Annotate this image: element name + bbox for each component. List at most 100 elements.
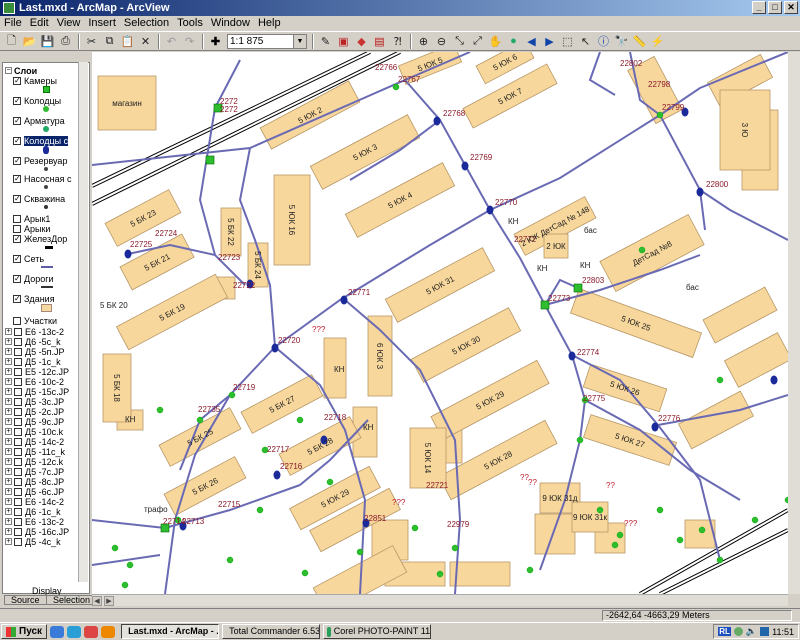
menu-help[interactable]: Help [258, 17, 281, 29]
toc-layer-row[interactable]: Участки [13, 315, 57, 326]
expand-icon[interactable]: + [5, 468, 12, 475]
redo-icon[interactable]: ↷ [181, 33, 198, 49]
add-data-icon[interactable]: ✚ [207, 33, 224, 49]
layer-visibility-checkbox[interactable]: ✓ [13, 234, 21, 243]
start-button[interactable]: Пуск [1, 624, 48, 639]
language-indicator[interactable]: RL [718, 627, 731, 636]
expand-icon[interactable]: + [5, 508, 12, 515]
quicklaunch-desktop-icon[interactable] [50, 625, 65, 638]
network-icon[interactable] [760, 627, 770, 636]
expand-icon[interactable]: + [5, 438, 12, 445]
editor-icon[interactable]: ✎ [317, 33, 334, 49]
layer-visibility-checkbox[interactable]: ✓ [13, 96, 21, 105]
delete-icon[interactable]: ✕ [137, 33, 154, 49]
tab-selection[interactable]: Selection [46, 595, 98, 605]
toc-layer-row[interactable]: ✓ Колодцы [13, 95, 61, 106]
layer-visibility-checkbox[interactable]: ✓ [13, 76, 21, 85]
paste-icon[interactable]: 📋 [119, 33, 136, 49]
layer-visibility-checkbox[interactable] [14, 417, 22, 426]
scroll-left-arrow-icon[interactable]: ◀ [92, 595, 102, 606]
expand-icon[interactable]: + [5, 488, 12, 495]
layer-visibility-checkbox[interactable] [14, 457, 22, 466]
layer-visibility-checkbox[interactable] [14, 347, 22, 356]
layer-visibility-checkbox[interactable] [14, 397, 22, 406]
layer-visibility-checkbox[interactable] [13, 224, 21, 233]
fixed-zoom-out-icon[interactable]: ⤢ [469, 33, 486, 49]
map-scale-dropdown[interactable]: 1:1 875 [227, 33, 307, 49]
expand-icon[interactable]: + [5, 358, 12, 365]
layer-visibility-checkbox[interactable] [14, 447, 22, 456]
layer-visibility-checkbox[interactable] [14, 387, 22, 396]
measure-icon[interactable]: 📏 [631, 33, 648, 49]
quicklaunch-ie-icon[interactable] [67, 625, 82, 638]
layer-visibility-checkbox[interactable] [14, 477, 22, 486]
title-bar[interactable]: Last.mxd - ArcMap - ArcView _ □ ✕ [0, 0, 800, 16]
layer-visibility-checkbox[interactable] [14, 407, 22, 416]
print-icon[interactable]: ⎙ [57, 33, 74, 49]
layer-visibility-checkbox[interactable] [14, 367, 22, 376]
layer-visibility-checkbox[interactable] [14, 487, 22, 496]
open-folder-icon[interactable]: 📂 [21, 33, 38, 49]
layer-visibility-checkbox[interactable] [14, 327, 22, 336]
fixed-zoom-in-icon[interactable]: ⤡ [451, 33, 468, 49]
expand-icon[interactable]: + [5, 378, 12, 385]
layer-visibility-checkbox[interactable]: ✓ [13, 116, 21, 125]
layer-visibility-checkbox[interactable]: ✓ [13, 194, 21, 203]
maximize-button[interactable]: □ [768, 1, 782, 14]
zoom-in-icon[interactable]: ⊕ [415, 33, 432, 49]
minimize-button[interactable]: _ [752, 1, 766, 14]
expand-icon[interactable]: + [5, 398, 12, 405]
layer-visibility-checkbox[interactable] [13, 316, 21, 325]
layer-visibility-checkbox[interactable] [14, 517, 22, 526]
toc-raster-row[interactable]: + Д5 -4с_k [5, 536, 61, 547]
pan-icon[interactable]: ✋ [487, 33, 504, 49]
menu-edit[interactable]: Edit [30, 17, 49, 29]
expand-icon[interactable]: + [5, 348, 12, 355]
map-horizontal-scrollbar[interactable]: ◀ ▶ [92, 594, 788, 606]
expand-icon[interactable]: + [5, 498, 12, 505]
toc-layer-row[interactable]: ✓ Резервуар [13, 155, 67, 166]
toc-layer-row[interactable]: ✓ Колодцы с [13, 135, 69, 146]
expand-icon[interactable]: + [5, 538, 12, 545]
layer-visibility-checkbox[interactable]: ✓ [13, 174, 21, 183]
back-extent-icon[interactable]: ◀ [523, 33, 540, 49]
expand-icon[interactable]: + [5, 518, 12, 525]
expand-icon[interactable]: + [5, 418, 12, 425]
map-vertical-scrollbar[interactable] [788, 52, 800, 594]
cut-icon[interactable]: ✂ [83, 33, 100, 49]
select-features-icon[interactable]: ⬚ [559, 33, 576, 49]
hyperlink-icon[interactable]: ⚡ [649, 33, 666, 49]
toc-layer-row[interactable]: ✓ Арматура [13, 115, 65, 126]
expand-icon[interactable]: + [5, 388, 12, 395]
forward-extent-icon[interactable]: ▶ [541, 33, 558, 49]
quicklaunch-firefox-icon[interactable] [101, 625, 116, 638]
toc-layer-row[interactable]: ✓ Скважина [13, 193, 65, 204]
toc-layer-row[interactable]: ✓ Камеры [13, 75, 57, 86]
identify-icon[interactable]: ⓘ [595, 33, 612, 49]
layer-visibility-checkbox[interactable] [14, 377, 22, 386]
layer-visibility-checkbox[interactable] [14, 427, 22, 436]
expand-icon[interactable]: + [5, 428, 12, 435]
model-icon[interactable]: ◆ [353, 33, 370, 49]
new-document-icon[interactable]: 🗋 [3, 33, 20, 49]
menu-view[interactable]: View [57, 17, 81, 29]
task-arcmap[interactable]: Last.mxd - ArcMap - ... [121, 624, 220, 639]
layer-visibility-checkbox[interactable]: ✓ [13, 274, 21, 283]
expand-icon[interactable]: + [5, 338, 12, 345]
quicklaunch-opera-icon[interactable] [84, 625, 99, 638]
layer-visibility-checkbox[interactable] [13, 214, 21, 223]
map-display[interactable]: 22766 22767 22768 22769 22770 22772 22771 22773… [92, 52, 788, 594]
layer-visibility-checkbox[interactable]: ✓ [13, 136, 21, 145]
arctoolbox-icon[interactable]: ▣ [335, 33, 352, 49]
menu-insert[interactable]: Insert [88, 17, 116, 29]
toc-layer-row[interactable]: ✓ Здания [13, 293, 55, 304]
map-canvas[interactable]: 2276622767227682276922770227722277122773… [92, 52, 788, 594]
task-corel[interactable]: Corel PHOTO-PAINT 11 [323, 624, 432, 639]
menu-tools[interactable]: Tools [177, 17, 203, 29]
toc-layer-row[interactable]: ✓ Дороги [13, 273, 54, 284]
layer-visibility-checkbox[interactable] [14, 437, 22, 446]
full-extent-icon[interactable]: ● [505, 33, 522, 49]
expand-icon[interactable]: + [5, 368, 12, 375]
expand-icon[interactable]: + [5, 448, 12, 455]
expand-icon[interactable]: + [5, 528, 12, 535]
